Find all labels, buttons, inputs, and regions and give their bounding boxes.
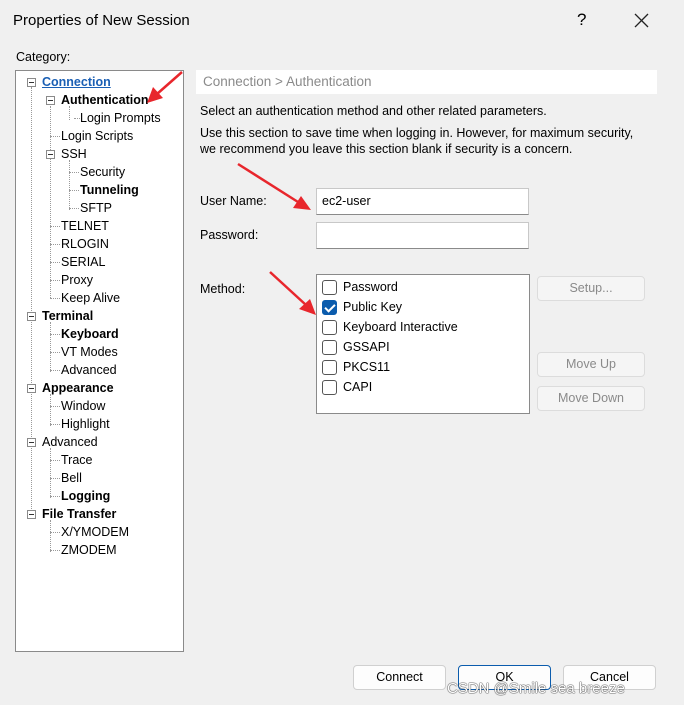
- tree-connector: [50, 550, 60, 551]
- tree-item-rlogin[interactable]: RLOGIN: [61, 236, 109, 253]
- tree-connector: [50, 460, 60, 461]
- tree-item-login-scripts[interactable]: Login Scripts: [61, 128, 133, 145]
- tree-item-terminal[interactable]: Terminal: [42, 308, 93, 325]
- method-option-label: PKCS11: [343, 360, 391, 374]
- tree-connector: [50, 394, 51, 426]
- checkbox[interactable]: [322, 380, 337, 395]
- tree-item-tunneling[interactable]: Tunneling: [80, 182, 139, 199]
- tree-connector: [50, 298, 60, 299]
- breadcrumb: Connection > Authentication: [196, 70, 657, 94]
- tree-connector: [69, 172, 79, 173]
- method-option-label: Public Key: [343, 300, 403, 314]
- watermark: CSDN @Smile sea breeze: [447, 680, 625, 697]
- tree-item-vt-modes[interactable]: VT Modes: [61, 344, 118, 361]
- tree-connector: [50, 424, 60, 425]
- tree-item-security[interactable]: Security: [80, 164, 125, 181]
- checkbox[interactable]: [322, 360, 337, 375]
- tree-connector: [50, 406, 60, 407]
- tree-item-login-prompts[interactable]: Login Prompts: [80, 110, 161, 127]
- collapse-icon[interactable]: [27, 78, 36, 87]
- password-input[interactable]: [316, 222, 529, 249]
- collapse-icon[interactable]: [46, 150, 55, 159]
- tree-connector: [50, 352, 60, 353]
- tree-item-serial[interactable]: SERIAL: [61, 254, 105, 271]
- tree-connector: [50, 280, 60, 281]
- tree-connector: [31, 87, 32, 519]
- tree-connector: [69, 190, 79, 191]
- move-up-button[interactable]: Move Up: [537, 352, 645, 377]
- close-icon[interactable]: [629, 6, 655, 34]
- tree-item-appearance[interactable]: Appearance: [42, 380, 114, 397]
- tree-item-authentication[interactable]: Authentication: [61, 92, 149, 109]
- tree-item-file-transfer[interactable]: File Transfer: [42, 506, 116, 523]
- tree-item-proxy[interactable]: Proxy: [61, 272, 93, 289]
- tree-item-logging[interactable]: Logging: [61, 488, 110, 505]
- tree-item-xymodem[interactable]: X/YMODEM: [61, 524, 129, 541]
- method-option-label: GSSAPI: [343, 340, 390, 354]
- username-label: User Name:: [200, 194, 267, 208]
- tree-item-sftp[interactable]: SFTP: [80, 200, 112, 217]
- checkbox[interactable]: [322, 320, 337, 335]
- tree-item-keyboard[interactable]: Keyboard: [61, 326, 119, 343]
- tree-connector: [50, 520, 51, 552]
- tree-connector: [50, 106, 51, 298]
- annotation-arrow: [269, 271, 316, 315]
- tree-item-ssh[interactable]: SSH: [61, 146, 87, 163]
- username-input[interactable]: ec2-user: [316, 188, 529, 215]
- tree-item-connection[interactable]: Connection: [42, 74, 111, 91]
- connect-button[interactable]: Connect: [353, 665, 446, 690]
- title-bar: Properties of New Session ?: [0, 0, 684, 42]
- setup-button[interactable]: Setup...: [537, 276, 645, 301]
- tree-item-trace[interactable]: Trace: [61, 452, 93, 469]
- method-option-label: Keyboard Interactive: [343, 320, 458, 334]
- move-down-button[interactable]: Move Down: [537, 386, 645, 411]
- tree-item-terminal-advanced[interactable]: Advanced: [61, 362, 117, 379]
- method-list[interactable]: Password Public Key Keyboard Interactive…: [316, 274, 530, 414]
- collapse-icon[interactable]: [27, 312, 36, 321]
- tree-connector: [50, 334, 60, 335]
- tree-connector: [50, 478, 60, 479]
- collapse-icon[interactable]: [27, 384, 36, 393]
- tree-connector: [50, 244, 60, 245]
- tree-connector: [50, 496, 60, 497]
- tree-connector: [50, 262, 60, 263]
- description-text: Use this section to save time when loggi…: [200, 126, 634, 140]
- collapse-icon[interactable]: [27, 510, 36, 519]
- help-icon[interactable]: ?: [577, 10, 586, 30]
- tree-item-advanced[interactable]: Advanced: [42, 434, 98, 451]
- checkbox[interactable]: [322, 340, 337, 355]
- tree-connector: [50, 226, 60, 227]
- tree-item-highlight[interactable]: Highlight: [61, 416, 110, 433]
- collapse-icon[interactable]: [46, 96, 55, 105]
- method-option-label: CAPI: [343, 380, 373, 394]
- description-text: Select an authentication method and othe…: [200, 104, 547, 118]
- method-option-label: Password: [343, 280, 398, 294]
- tree-connector: [50, 136, 60, 137]
- password-label: Password:: [200, 228, 259, 242]
- category-label: Category:: [16, 50, 71, 64]
- tree-connector: [50, 532, 60, 533]
- tree-connector: [50, 448, 51, 498]
- description-text: we recommend you leave this section blan…: [200, 142, 573, 156]
- window-title: Properties of New Session: [13, 12, 190, 29]
- collapse-icon[interactable]: [27, 438, 36, 447]
- tree-connector: [50, 370, 60, 371]
- tree-item-zmodem[interactable]: ZMODEM: [61, 542, 117, 559]
- tree-connector: [50, 322, 51, 372]
- category-tree[interactable]: Connection Authentication Login Prompts …: [15, 70, 184, 652]
- tree-item-window[interactable]: Window: [61, 398, 105, 415]
- tree-connector: [69, 160, 70, 210]
- checkbox-checked[interactable]: [322, 300, 337, 315]
- tree-item-telnet[interactable]: TELNET: [61, 218, 109, 235]
- tree-item-bell[interactable]: Bell: [61, 470, 82, 487]
- method-label: Method:: [200, 282, 246, 296]
- tree-connector: [69, 208, 79, 209]
- tree-item-keep-alive[interactable]: Keep Alive: [61, 290, 120, 307]
- checkbox[interactable]: [322, 280, 337, 295]
